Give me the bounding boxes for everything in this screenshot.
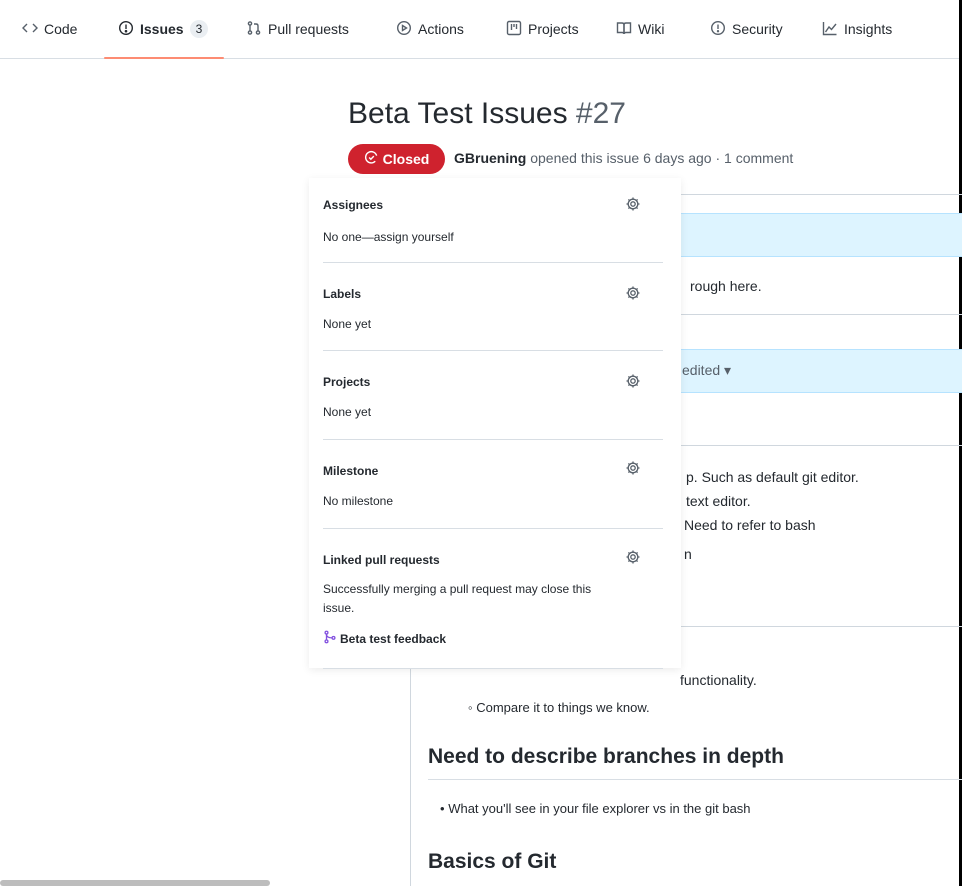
shield-icon xyxy=(710,20,726,39)
issue-closed-icon xyxy=(364,150,379,168)
book-icon xyxy=(616,20,632,39)
tab-label: Security xyxy=(732,21,783,37)
tab-label: Wiki xyxy=(638,21,665,37)
assign-yourself-link[interactable]: No one—assign yourself xyxy=(323,230,454,244)
tab-issues[interactable]: Issues 3 xyxy=(103,0,225,59)
divider xyxy=(323,350,663,351)
linked-prs-hint: issue. xyxy=(323,601,355,615)
table-icon xyxy=(506,20,522,39)
caret-down-icon: ▾ xyxy=(724,362,732,378)
comment-header xyxy=(640,213,962,257)
divider xyxy=(640,314,962,315)
milestone-value: No milestone xyxy=(323,494,394,508)
play-icon xyxy=(396,20,412,39)
tab-pull-requests[interactable]: Pull requests xyxy=(246,0,349,58)
tab-label: Insights xyxy=(844,21,893,37)
issue-meta-text: opened this issue 6 days ago · 1 comment xyxy=(530,150,794,166)
comment-text: rough here. xyxy=(690,278,762,294)
graph-icon xyxy=(822,20,838,39)
tab-label: Code xyxy=(44,21,78,37)
bullet-icon: ◦ xyxy=(468,700,473,715)
tab-label: Pull requests xyxy=(268,21,349,37)
tab-security[interactable]: Security xyxy=(710,0,783,58)
bullet-icon: • xyxy=(440,801,445,816)
labels-heading[interactable]: Labels xyxy=(323,287,361,301)
divider xyxy=(323,668,663,669)
horizontal-scrollbar[interactable] xyxy=(0,880,270,886)
git-pull-request-icon xyxy=(246,20,262,39)
linked-pr-title: Beta test feedback xyxy=(340,631,447,646)
divider xyxy=(640,626,962,627)
issue-state-label: Closed xyxy=(382,151,430,167)
issue-opened-icon xyxy=(118,20,134,39)
issues-count-badge: 3 xyxy=(189,20,209,38)
list-item: ◦ Compare it to things we know. xyxy=(468,700,650,715)
divider xyxy=(428,779,962,780)
gear-icon[interactable] xyxy=(625,196,641,212)
tab-wiki[interactable]: Wiki xyxy=(616,0,664,58)
assignees-heading[interactable]: Assignees xyxy=(323,198,383,212)
timeline-line xyxy=(410,665,411,886)
divider xyxy=(640,445,962,446)
issue-title: Beta Test Issues #27 xyxy=(348,97,626,131)
comment-text: p. Such as default git editor. xyxy=(686,469,859,485)
comment-text: text editor. xyxy=(686,493,751,509)
projects-value: None yet xyxy=(323,405,372,419)
divider xyxy=(323,262,663,263)
gear-icon[interactable] xyxy=(625,549,641,565)
tab-code[interactable]: Code xyxy=(22,0,77,58)
projects-heading[interactable]: Projects xyxy=(323,375,370,389)
heading-basics: Basics of Git xyxy=(428,850,557,873)
heading-branches: Need to describe branches in depth xyxy=(428,745,784,768)
comment-text: Need to refer to bash xyxy=(684,517,816,533)
linked-pr-item[interactable]: Beta test feedback xyxy=(323,630,446,647)
divider xyxy=(323,439,663,440)
linked-prs-heading[interactable]: Linked pull requests xyxy=(323,553,440,567)
tab-label: Actions xyxy=(418,21,464,37)
comment-text: functionality. xyxy=(680,672,757,688)
gear-icon[interactable] xyxy=(625,285,641,301)
tab-label: Projects xyxy=(528,21,579,37)
gear-icon[interactable] xyxy=(625,460,641,476)
code-icon xyxy=(22,20,38,39)
issue-state-badge: Closed xyxy=(348,144,445,174)
list-item: • What you'll see in your file explorer … xyxy=(440,801,751,816)
comment-text: n xyxy=(684,546,692,562)
tab-label: Issues xyxy=(140,21,184,37)
issue-title-text: Beta Test Issues xyxy=(348,97,568,130)
linked-prs-hint: Successfully merging a pull request may … xyxy=(323,582,592,596)
tab-actions[interactable]: Actions xyxy=(396,0,464,58)
edited-label: edited xyxy=(682,362,721,378)
git-merge-icon xyxy=(323,630,337,647)
issue-sidebar: Assignees No one—assign yourself Labels … xyxy=(309,178,681,669)
issue-number: #27 xyxy=(575,97,626,130)
issue-meta: GBruening opened this issue 6 days ago ·… xyxy=(454,150,793,166)
divider xyxy=(323,528,663,529)
tab-insights[interactable]: Insights xyxy=(822,0,892,58)
issue-author-link[interactable]: GBruening xyxy=(454,150,526,166)
gear-icon[interactable] xyxy=(625,373,641,389)
divider xyxy=(640,194,962,195)
repo-nav: Code Issues 3 Pull requests Actions Proj… xyxy=(0,0,959,59)
tab-projects[interactable]: Projects xyxy=(506,0,579,58)
edited-dropdown[interactable]: edited ▾ xyxy=(682,362,731,379)
milestone-heading[interactable]: Milestone xyxy=(323,464,378,478)
labels-value: None yet xyxy=(323,317,372,331)
